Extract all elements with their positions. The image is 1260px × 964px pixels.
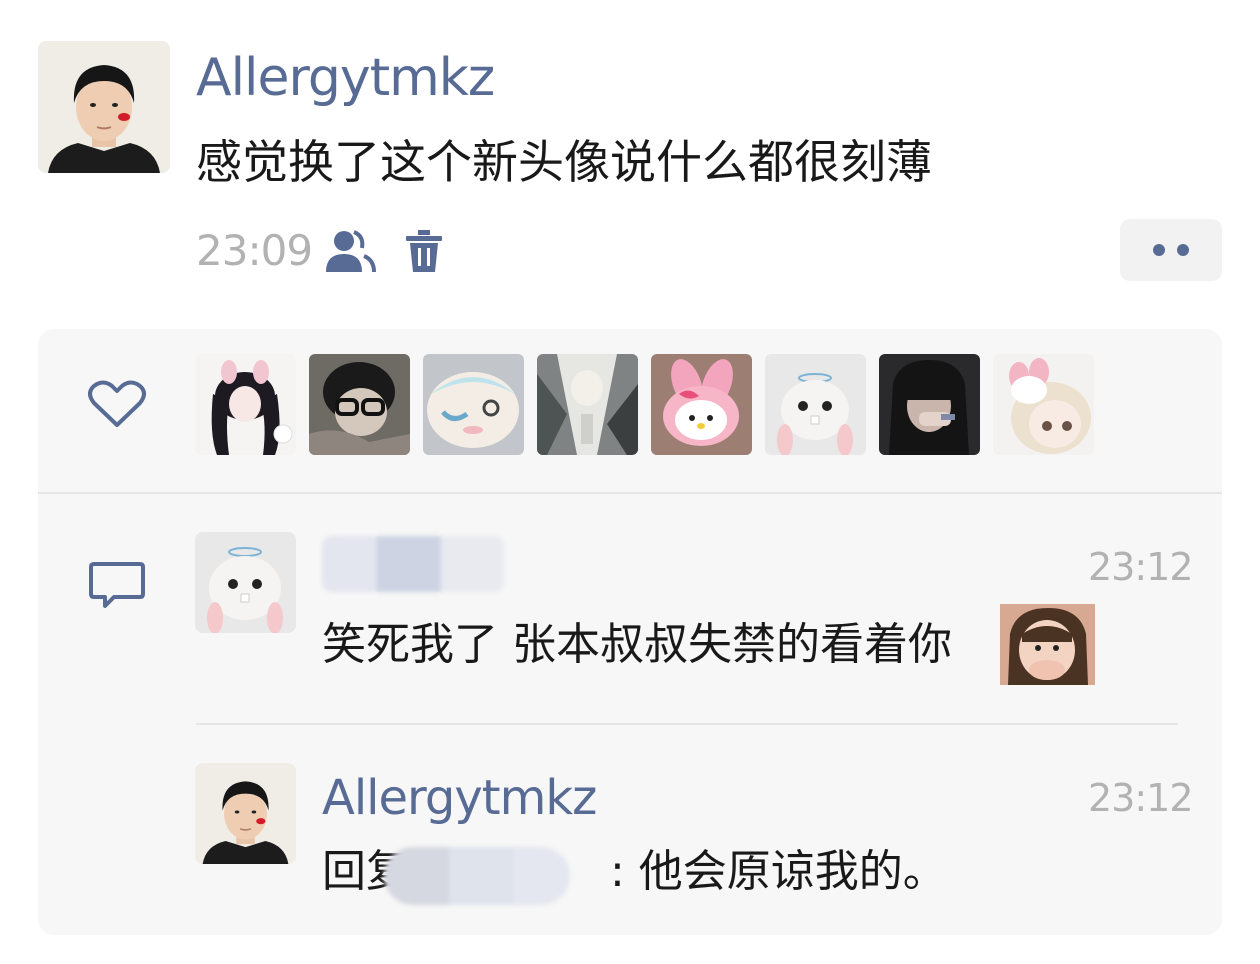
- post-text: 感觉换了这个新头像说什么都很刻薄: [196, 135, 932, 189]
- comment-time: 23:12: [1088, 545, 1194, 589]
- more-dots-icon: [1177, 244, 1189, 256]
- comment-icon: [89, 562, 145, 608]
- more-button[interactable]: [1120, 219, 1222, 281]
- comment-text: 笑死我了 张本叔叔失禁的看着你: [322, 619, 952, 670]
- comment-time: 23:12: [1088, 776, 1194, 820]
- liker-avatar[interactable]: [765, 354, 866, 455]
- reply-target-redacted: [384, 847, 570, 905]
- friends-visibility-icon[interactable]: [324, 228, 376, 274]
- author-name[interactable]: Allergytmkz: [196, 48, 495, 108]
- liker-avatar[interactable]: [879, 354, 980, 455]
- reply-content: : 他会原谅我的。: [610, 846, 947, 897]
- likers-list: [195, 354, 1094, 455]
- liker-avatar[interactable]: [993, 354, 1094, 455]
- commenter-avatar[interactable]: [195, 532, 296, 633]
- liker-avatar[interactable]: [423, 354, 524, 455]
- author-avatar[interactable]: [38, 41, 170, 173]
- more-dots-icon: [1153, 244, 1165, 256]
- heart-icon: [88, 380, 146, 427]
- post-time: 23:09: [196, 226, 313, 275]
- divider: [196, 723, 1178, 725]
- liker-avatar[interactable]: [651, 354, 752, 455]
- divider: [38, 492, 1222, 494]
- liker-avatar[interactable]: [309, 354, 410, 455]
- trash-icon[interactable]: [404, 228, 444, 274]
- liker-avatar[interactable]: [195, 354, 296, 455]
- moments-post: Allergytmkz 感觉换了这个新头像说什么都很刻薄 23:09 23:12…: [0, 0, 1260, 964]
- liker-avatar[interactable]: [537, 354, 638, 455]
- commenter-avatar[interactable]: [195, 763, 296, 864]
- commenter-name[interactable]: Allergytmkz: [322, 770, 597, 826]
- sticker-image[interactable]: [1000, 604, 1095, 685]
- commenter-name-redacted: [322, 536, 504, 592]
